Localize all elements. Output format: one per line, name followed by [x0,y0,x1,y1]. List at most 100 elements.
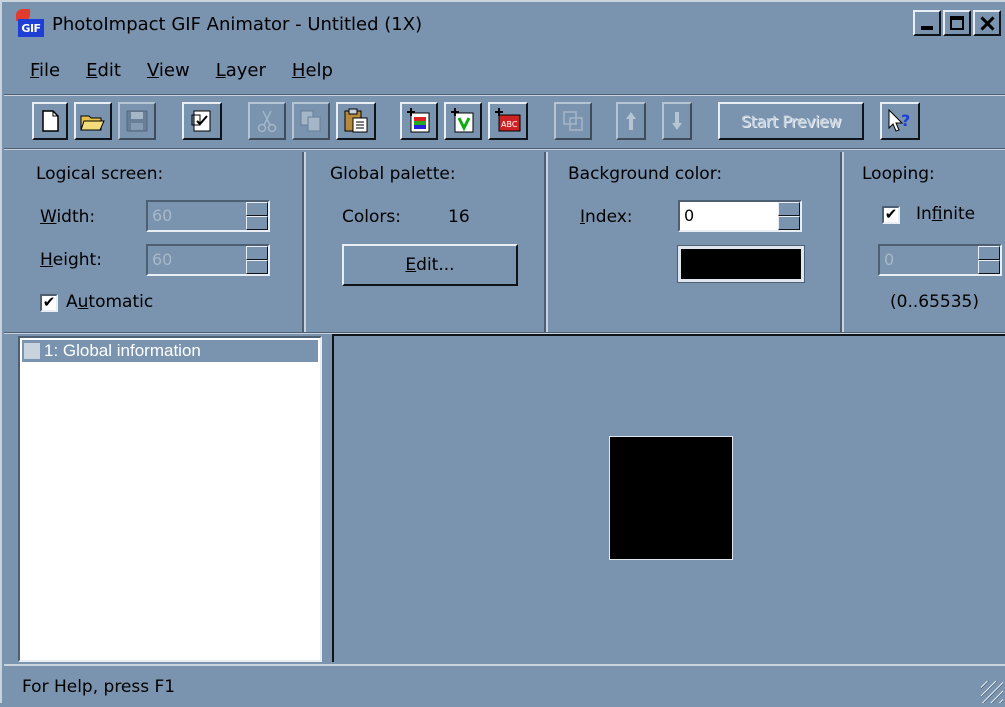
add-banner-text-icon: ABC [495,108,521,132]
menu-edit[interactable]: Edit [86,60,121,81]
menu-separator [4,94,1005,96]
width-value: 60 [152,206,173,225]
add-video-button[interactable] [444,102,482,140]
add-video-icon [451,108,474,133]
svg-text:ABC: ABC [501,120,518,129]
copy-button[interactable] [292,102,330,140]
index-stepper[interactable]: 0 [678,200,802,232]
index-label: Index: [580,207,633,227]
cut-button[interactable] [248,102,286,140]
context-help-icon: ? [888,108,910,132]
height-label: Height: [40,250,102,270]
new-icon [42,110,59,132]
title-bar[interactable]: GIF PhotoImpact GIF Animator - Untitled … [4,4,1005,44]
copy-icon [300,110,321,132]
close-button[interactable] [973,10,1001,36]
width-label: Width: [40,207,95,227]
menu-file-label: ile [39,59,61,81]
window-title: PhotoImpact GIF Animator - Untitled (1X) [52,13,423,35]
width-stepper[interactable]: 60 [146,200,270,232]
automatic-label[interactable]: Automatic [66,292,153,312]
height-value: 60 [152,250,173,269]
index-down-arrow[interactable] [778,216,800,230]
paste-icon [344,108,368,133]
index-label-text: ndex: [585,207,633,227]
loop-count-up-arrow[interactable] [978,246,1000,260]
toolbar: ABC Start Preview ? [2,97,1005,147]
svg-text:?: ? [901,111,910,130]
width-label-text: idth: [56,207,96,227]
paste-button[interactable] [336,102,376,140]
automatic-checkbox[interactable]: ✔ [40,294,58,312]
properties-button[interactable] [182,102,222,140]
logical-screen-heading: Logical screen: [36,164,164,184]
infinite-checkbox[interactable]: ✔ [882,206,900,224]
frame-list-item[interactable]: 1: Global information [22,340,318,362]
frame-list-pane[interactable]: 1: Global information [18,336,322,662]
status-bar: For Help, press F1 [4,664,1005,707]
menu-view-accel: V [146,59,159,81]
colors-label: Colors: [342,207,401,227]
width-up-arrow[interactable] [246,202,268,216]
panel-divider [544,152,548,332]
infinite-label-rest: inite [942,204,976,224]
toolbar-separator [4,148,1005,150]
width-spin-arrows[interactable] [246,202,268,230]
minimize-button[interactable] [913,10,941,36]
app-window: GIF PhotoImpact GIF Animator - Untitled … [0,0,1005,703]
colors-value: 16 [448,207,470,227]
automatic-accel: u [77,292,89,312]
move-down-icon [672,112,682,130]
canvas-pane[interactable] [332,334,1005,662]
height-spin-arrows[interactable] [246,246,268,274]
add-image-icon [407,108,430,133]
open-button[interactable] [74,102,112,140]
edit-accel: E [405,255,417,275]
loop-count-down-arrow[interactable] [978,260,1000,274]
maximize-button[interactable] [943,10,971,36]
resize-grip-icon[interactable] [981,681,1003,703]
animation-frame-preview[interactable] [609,436,733,560]
menu-help[interactable]: Help [292,60,333,81]
save-button[interactable] [118,102,156,140]
menu-file[interactable]: File [30,60,60,81]
menu-view[interactable]: View [147,60,190,81]
panel-divider [840,152,844,332]
loop-count-stepper[interactable]: 0 [878,244,1002,276]
index-spin-arrows[interactable] [778,202,800,230]
properties-icon [191,110,211,132]
infinite-label[interactable]: Infinite [916,204,975,224]
loop-range-text: (0..65535) [890,292,979,312]
add-banner-text-button[interactable]: ABC [488,102,528,140]
move-up-button[interactable] [616,102,646,140]
height-label-text: eight: [52,250,102,270]
background-color-heading: Background color: [568,164,723,184]
save-icon [126,110,148,132]
height-up-arrow[interactable] [246,246,268,260]
move-down-button[interactable] [662,102,692,140]
loop-count-value: 0 [884,250,895,269]
height-down-arrow[interactable] [246,260,268,274]
infinite-accel: f [931,204,943,224]
background-color-swatch[interactable] [677,245,805,283]
global-palette-heading: Global palette: [330,164,456,184]
start-preview-button[interactable]: Start Preview [718,102,864,140]
index-up-arrow[interactable] [778,202,800,216]
menu-layer[interactable]: Layer [216,60,266,81]
new-button[interactable] [32,102,68,140]
infinite-label-pre: In [916,204,932,224]
optimize-button[interactable] [554,102,592,140]
panel-divider [302,152,306,332]
gif-animator-app-icon[interactable]: GIF [16,9,46,39]
width-down-arrow[interactable] [246,216,268,230]
add-image-button[interactable] [400,102,438,140]
menu-help-label: elp [305,59,333,81]
menu-bar: File Edit View Layer Help [4,50,333,90]
looping-heading: Looping: [862,164,935,184]
height-stepper[interactable]: 60 [146,244,270,276]
start-preview-label: Start Preview [741,111,841,131]
loop-count-spin-arrows[interactable] [978,246,1000,274]
context-help-button[interactable]: ? [880,102,920,140]
edit-palette-button[interactable]: Edit... [342,244,518,286]
menu-layer-label: ayer [225,59,266,81]
